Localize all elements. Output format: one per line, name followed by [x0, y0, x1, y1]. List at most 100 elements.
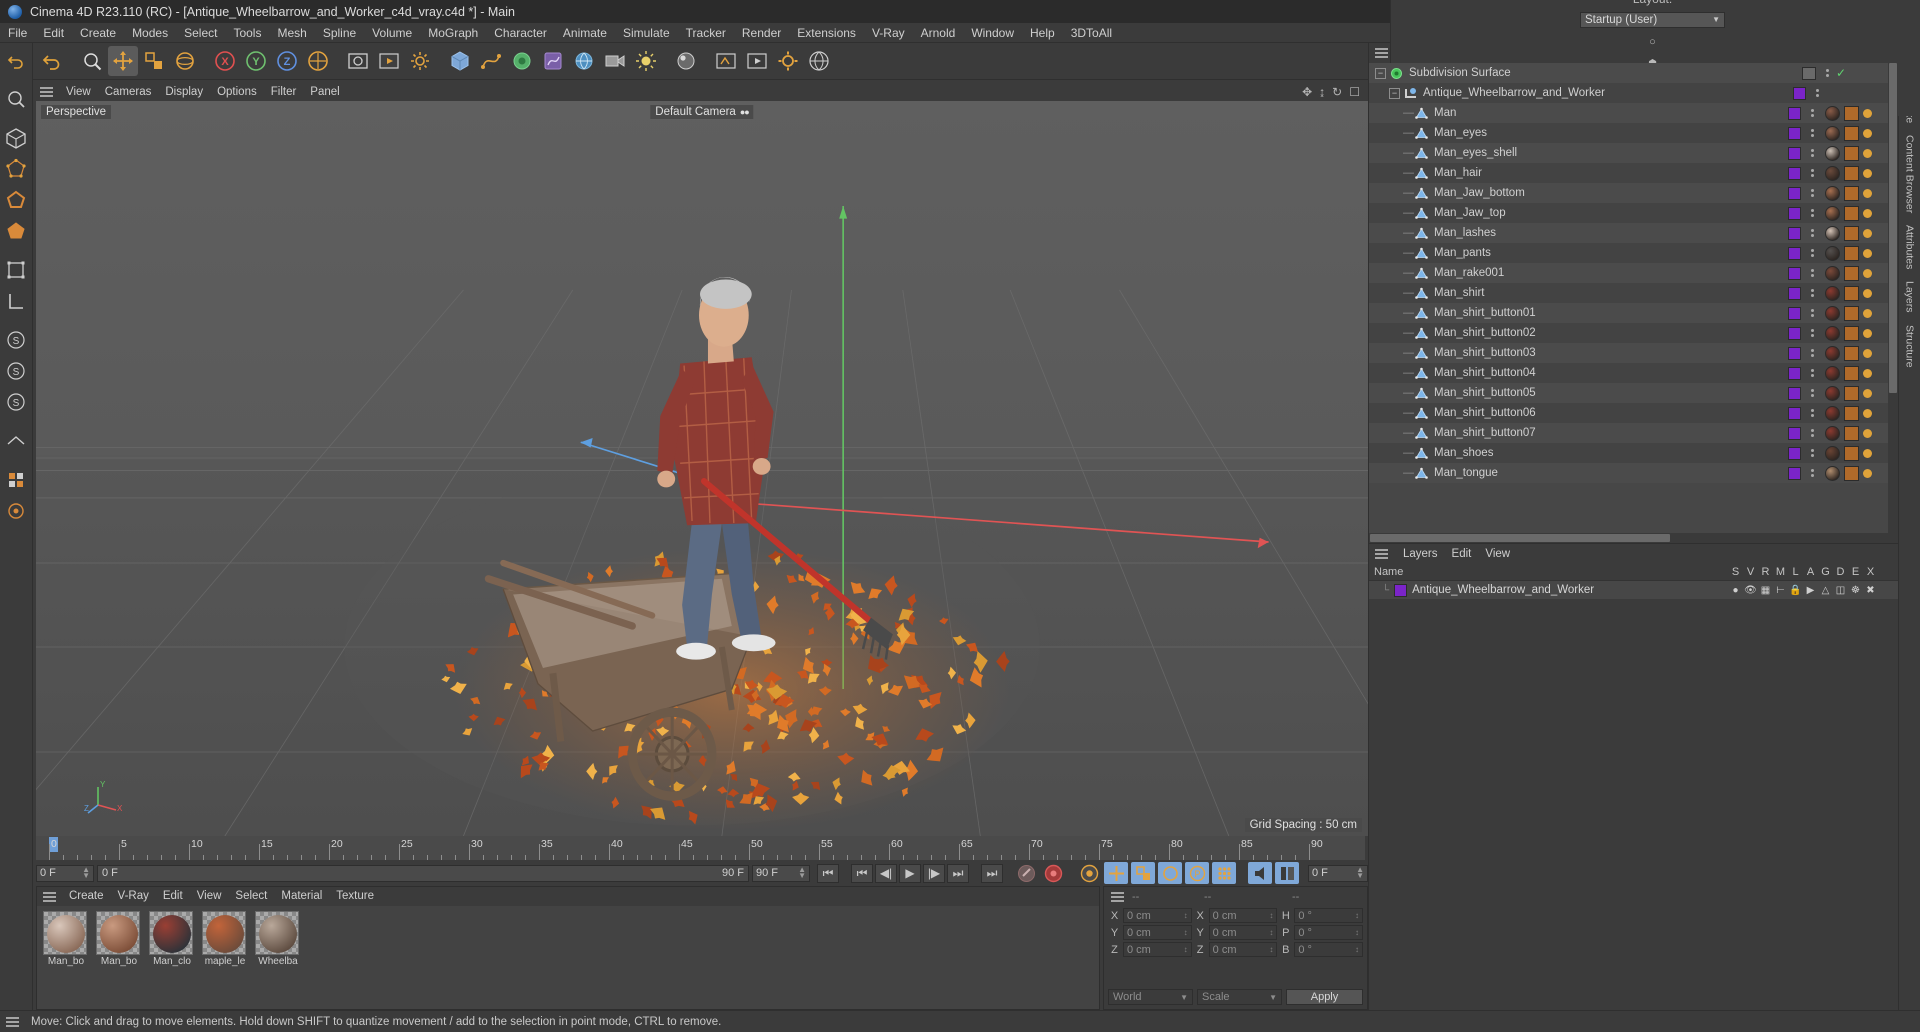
menu-item-edit[interactable]: Edit	[35, 23, 72, 43]
material-menu-select[interactable]: Select	[228, 887, 274, 906]
polygon-mode-icon[interactable]	[1, 216, 31, 246]
uvw-tag[interactable]	[1844, 105, 1859, 121]
phong-tag[interactable]	[1863, 268, 1872, 278]
menu-item-tracker[interactable]: Tracker	[678, 23, 734, 43]
visibility-dots[interactable]	[1807, 249, 1817, 257]
end-frame-field[interactable]: 90 F ▲ ▼	[752, 864, 810, 882]
material-menu-material[interactable]: Material	[274, 887, 329, 906]
viewport-menu-options[interactable]: Options	[210, 83, 264, 101]
menu-item-tools[interactable]: Tools	[225, 23, 269, 43]
visibility-dots[interactable]	[1807, 469, 1817, 477]
object-tree-vscrollbar[interactable]	[1888, 63, 1898, 533]
layer-row[interactable]: └ Antique_Wheelbarrow_and_Worker ● 👁 ▦ ⊢…	[1369, 581, 1898, 599]
layer-color-swatch[interactable]	[1394, 583, 1408, 597]
stepper-icon[interactable]: ↕	[1355, 928, 1359, 937]
coordinate-input[interactable]: 0 cm ↕	[1123, 942, 1192, 957]
phong-tag[interactable]	[1863, 168, 1872, 178]
visibility-dots[interactable]	[1807, 109, 1817, 117]
phong-tag[interactable]	[1863, 468, 1872, 478]
object-layer-swatch[interactable]	[1788, 186, 1801, 200]
uvw-tag[interactable]	[1844, 185, 1859, 201]
object-tree-row[interactable]: — Man_shirt_button04	[1369, 363, 1898, 383]
object-layer-swatch[interactable]	[1788, 306, 1801, 320]
menu-item-window[interactable]: Window	[963, 23, 1022, 43]
material-item[interactable]: Man_bo	[43, 911, 91, 967]
layer-column-x[interactable]: X	[1863, 566, 1878, 578]
object-tree-row[interactable]: — Man_shirt_button07	[1369, 423, 1898, 443]
viewport-menu-filter[interactable]: Filter	[264, 83, 304, 101]
coordinate-menu-icon[interactable]	[1111, 891, 1124, 902]
object-tree-row[interactable]: — Man_shirt_button05	[1369, 383, 1898, 403]
visibility-dots[interactable]	[1807, 329, 1817, 337]
phong-tag[interactable]	[1863, 448, 1872, 458]
object-tree-row[interactable]: — Man	[1369, 103, 1898, 123]
material-preview[interactable]	[149, 911, 193, 955]
stepper-icon[interactable]: ↕	[1269, 928, 1273, 937]
phong-tag[interactable]	[1863, 128, 1872, 138]
previous-keyframe-button[interactable]: ⏮	[851, 863, 873, 883]
object-tree-row[interactable]: — Man_rake001	[1369, 263, 1898, 283]
scale-key-icon[interactable]	[1131, 862, 1155, 884]
right-frame-field[interactable]: 0 F ▲ ▼	[1308, 864, 1368, 882]
visibility-dots[interactable]	[1807, 269, 1817, 277]
sound-toggle-icon[interactable]	[1248, 862, 1272, 884]
autokey-toggle-icon[interactable]	[1014, 862, 1038, 884]
object-layer-swatch[interactable]	[1788, 406, 1801, 420]
material-item[interactable]: Man_bo	[96, 911, 144, 967]
menu-item-simulate[interactable]: Simulate	[615, 23, 678, 43]
menu-item-extensions[interactable]: Extensions	[789, 23, 864, 43]
viewport-menu-panel[interactable]: Panel	[303, 83, 346, 101]
menu-item-modes[interactable]: Modes	[124, 23, 176, 43]
uvw-tag[interactable]	[1844, 405, 1859, 421]
lock-z-axis-button[interactable]: Z	[272, 46, 302, 76]
coordinate-input[interactable]: 0 cm ↕	[1123, 925, 1192, 940]
uvw-tag[interactable]	[1844, 305, 1859, 321]
layer-lock-icon[interactable]: 🔒	[1788, 585, 1803, 596]
material-menu-edit[interactable]: Edit	[156, 887, 190, 906]
material-tag[interactable]	[1825, 325, 1840, 341]
layout-select[interactable]: Startup (User) ▼	[1580, 11, 1725, 28]
object-tree-row[interactable]: — Man_lashes	[1369, 223, 1898, 243]
uvw-tag[interactable]	[1844, 265, 1859, 281]
object-tree-row[interactable]: — Man_shirt_button02	[1369, 323, 1898, 343]
next-keyframe-button[interactable]: ⏭	[947, 863, 969, 883]
uvw-tag[interactable]	[1844, 385, 1859, 401]
phong-tag[interactable]	[1863, 408, 1872, 418]
coordinate-input[interactable]: 0 cm ↕	[1208, 908, 1278, 923]
quantize-icon[interactable]: S	[1, 387, 31, 417]
menu-item-v-ray[interactable]: V-Ray	[864, 23, 913, 43]
rotation-key-icon[interactable]	[1158, 862, 1182, 884]
visibility-dots[interactable]	[1807, 349, 1817, 357]
menu-item-mograph[interactable]: MoGraph	[420, 23, 486, 43]
3d-viewport[interactable]: Perspective Default Camera ●● Grid Spaci…	[36, 101, 1368, 836]
material-item[interactable]: maple_le	[202, 911, 250, 967]
menu-item-file[interactable]: File	[0, 23, 35, 43]
visibility-dots[interactable]	[1807, 209, 1817, 217]
point-level-animation-icon[interactable]	[1212, 862, 1236, 884]
object-display-tag[interactable]	[1802, 66, 1816, 80]
layer-generator-icon[interactable]: △	[1818, 585, 1833, 596]
live-selection-icon[interactable]	[1, 84, 31, 114]
layer-deformer-icon[interactable]: ◫	[1833, 585, 1848, 596]
viewport-menu-display[interactable]: Display	[158, 83, 210, 101]
phong-tag[interactable]	[1863, 368, 1872, 378]
material-menu-icon[interactable]	[43, 891, 56, 902]
rotate-view-icon[interactable]: ↻	[1332, 85, 1342, 99]
frame-range-bar[interactable]: 0 F 90 F	[97, 864, 749, 882]
timeline-ruler[interactable]: 0 5 10 15 20 25 30 35 40 45 50 55 60 65 70 75 80 85 90	[36, 836, 1365, 860]
phong-tag[interactable]	[1863, 288, 1872, 298]
menu-item-mesh[interactable]: Mesh	[269, 23, 314, 43]
menu-item-create[interactable]: Create	[72, 23, 124, 43]
layer-render-icon[interactable]: ▦	[1758, 585, 1773, 596]
visibility-dots[interactable]	[1822, 69, 1832, 77]
layer-expression-icon[interactable]: ☸	[1848, 585, 1863, 596]
stepper-icon[interactable]: ▲ ▼	[1356, 866, 1364, 880]
go-to-end-button[interactable]: ⏭	[981, 863, 1003, 883]
uvw-tag[interactable]	[1844, 225, 1859, 241]
scale-tool-button[interactable]	[139, 46, 169, 76]
layer-column-a[interactable]: A	[1803, 566, 1818, 578]
object-layer-swatch[interactable]	[1788, 106, 1801, 120]
material-tag[interactable]	[1825, 365, 1840, 381]
menu-item-volume[interactable]: Volume	[364, 23, 420, 43]
uvw-tag[interactable]	[1844, 465, 1859, 481]
